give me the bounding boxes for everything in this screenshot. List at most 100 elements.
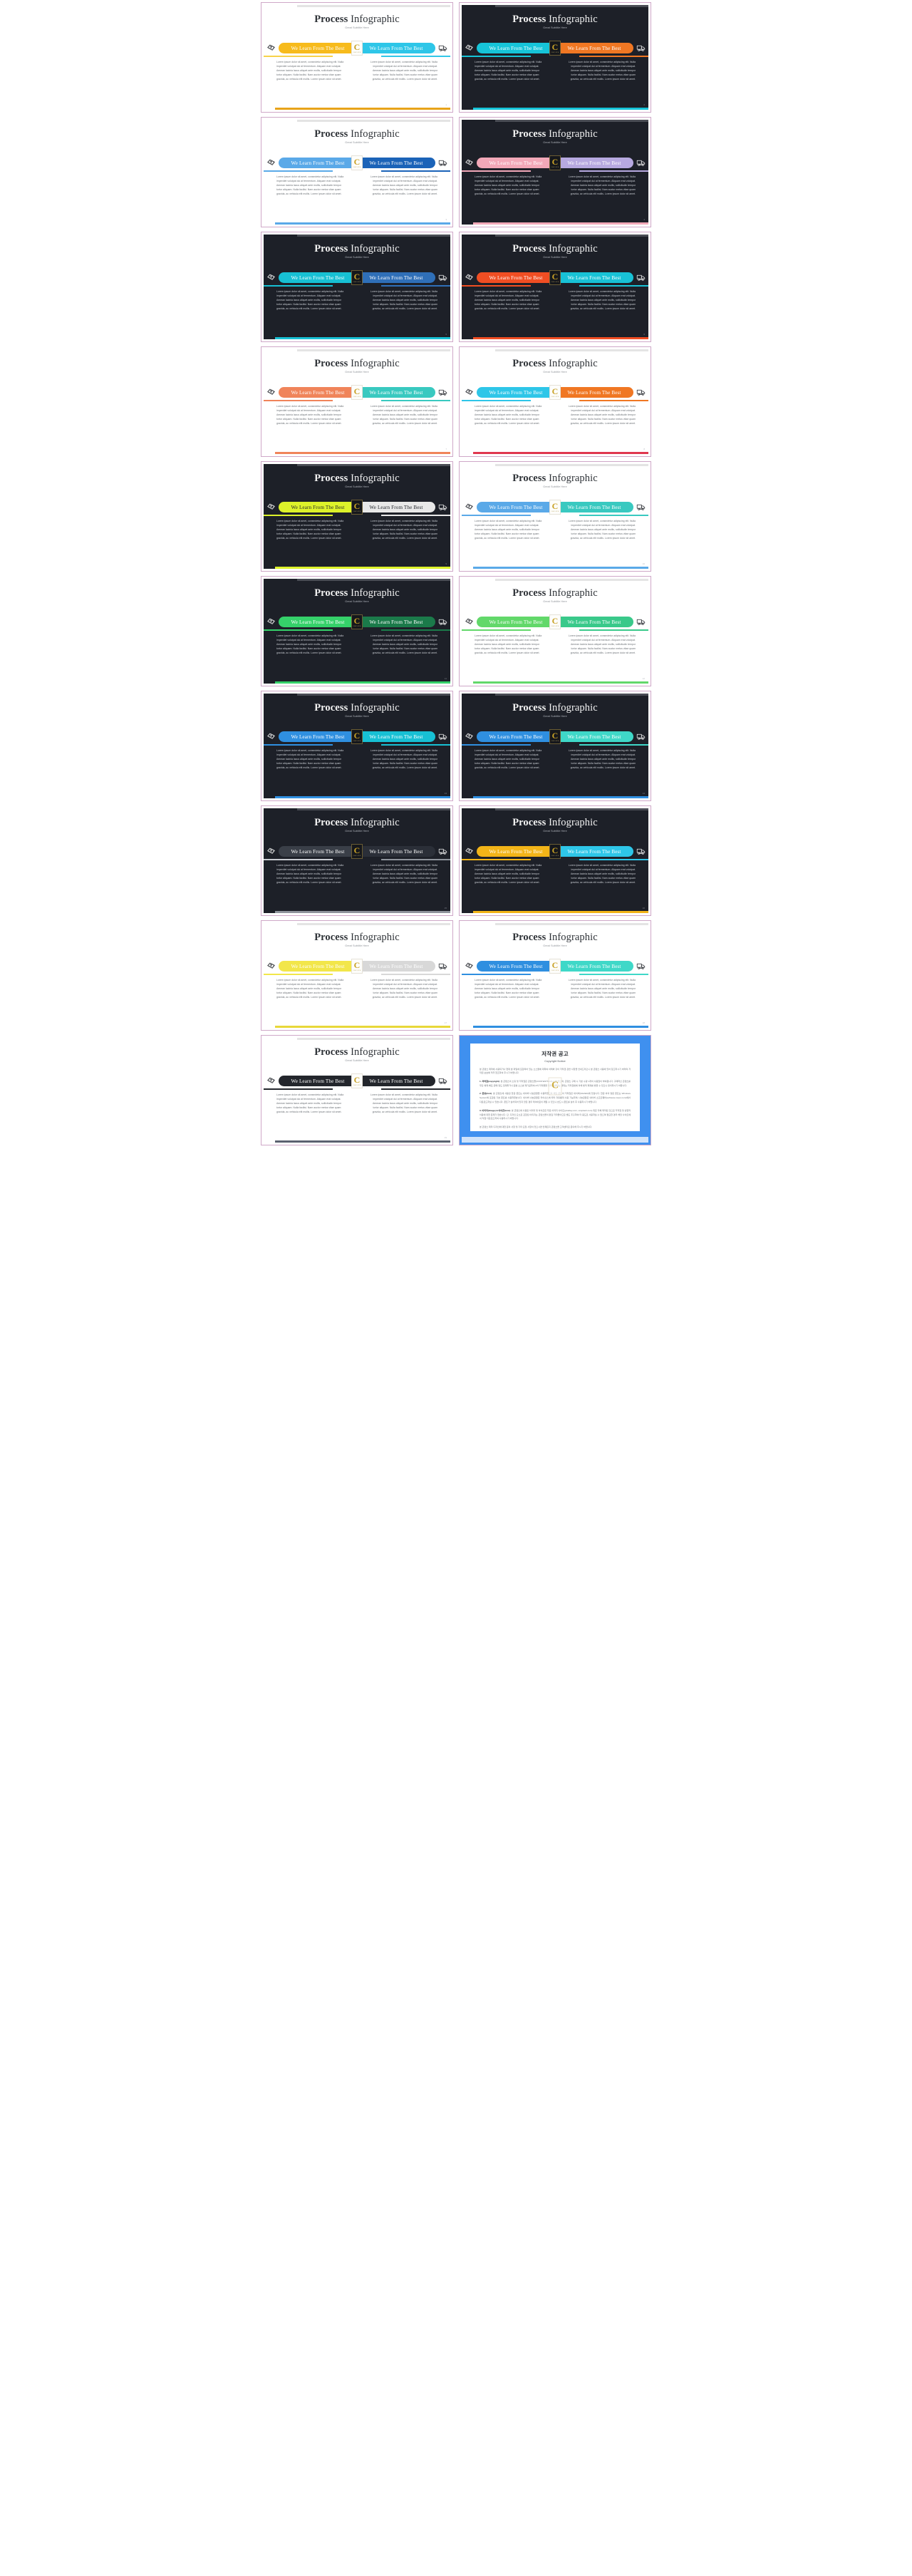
page-subtitle: Great Subtitle Here [543,485,567,489]
cta-pill-left[interactable]: We Learn From The Best [279,272,357,283]
cta-pill-left[interactable]: We Learn From The Best [477,731,555,742]
slide-thumbnail[interactable]: Process Infographic Great Subtitle Here We… [258,1033,456,1148]
slide-thumbnail[interactable]: Process Infographic Great Subtitle Here We… [258,459,456,574]
cta-pill-left[interactable]: We Learn From The Best [279,43,357,53]
slide-19[interactable]: Process Infographic Great Subtitle Here We… [261,1035,453,1145]
slide-canvas: Process Infographic Great Subtitle Here We… [462,464,648,569]
slide-thumbnail[interactable]: Process Infographic Great Subtitle Here We… [456,689,654,803]
pill-row: We Learn From The Best [462,501,555,513]
slide-thumbnail[interactable]: Process Infographic Great Subtitle Here We… [258,0,456,115]
slide-thumbnail[interactable]: Process Infographic Great Subtitle Here We… [258,803,456,918]
slide-thumbnail[interactable]: Process Infographic Great Subtitle Here We… [456,0,654,115]
slide-thumbnail[interactable]: Process Infographic Great Subtitle Here We… [456,803,654,918]
cta-pill-right[interactable]: We Learn From The Best [357,158,435,168]
slide-thumbnail[interactable]: Process Infographic Great Subtitle Here We… [258,115,456,230]
cta-pill-right[interactable]: We Learn From The Best [357,731,435,742]
slide-thumbnail[interactable]: Process Infographic Great Subtitle Here We… [258,689,456,803]
cta-pill-right[interactable]: We Learn From The Best [357,961,435,972]
cta-pill-left[interactable]: We Learn From The Best [279,961,357,972]
title-bold: Process [512,587,546,599]
slide-canvas: Process Infographic Great Subtitle Here We… [462,694,648,798]
cta-pill-right[interactable]: We Learn From The Best [357,846,435,857]
cta-pill-left[interactable]: We Learn From The Best [279,731,357,742]
money-bill-icon [266,1076,276,1086]
page-title: Process Infographic [462,473,648,484]
process-column-left: We Learn From The Best Lorem ipsum dolor … [264,42,357,81]
slide-copyright-notice[interactable]: 저작권 공고 Copyright Notice 본 콘텐츠 제작에 사용되거나 현재… [459,1035,651,1145]
cta-pill-right[interactable]: We Learn From The Best [357,387,435,398]
cta-pill-left[interactable]: We Learn From The Best [477,272,555,283]
cta-pill-right[interactable]: We Learn From The Best [555,502,633,512]
slide-4[interactable]: Process Infographic Great Subtitle Here We… [459,117,651,227]
cta-pill-right[interactable]: We Learn From The Best [357,43,435,53]
slide-thumbnail[interactable]: Process Infographic Great Subtitle Here We… [456,230,654,344]
center-logo-card: C CHIC·EYE [549,844,561,859]
money-bill-icon [266,962,276,971]
slide-thumbnail[interactable]: Process Infographic Great Subtitle Here We… [456,459,654,574]
slide-13[interactable]: Process Infographic Great Subtitle Here We… [261,691,453,801]
slide-top-strip [297,694,450,696]
cta-pill-left[interactable]: We Learn From The Best [477,387,555,398]
slide-thumbnail-copyright[interactable]: 저작권 공고 Copyright Notice 본 콘텐츠 제작에 사용되거나 현재… [456,1033,654,1148]
page-subtitle: Great Subtitle Here [345,485,369,489]
slide-thumbnail[interactable]: Process Infographic Great Subtitle Here We… [258,344,456,459]
title-light: Infographic [351,702,400,713]
slide-18[interactable]: Process Infographic Great Subtitle Here We… [459,920,651,1031]
cta-pill-right[interactable]: We Learn From The Best [555,387,633,398]
cta-pill-right[interactable]: We Learn From The Best [555,846,633,857]
cta-pill-left[interactable]: We Learn From The Best [279,1076,357,1086]
slide-thumbnail[interactable]: Process Infographic Great Subtitle Here We… [456,344,654,459]
slide-thumbnail[interactable]: Process Infographic Great Subtitle Here We… [258,918,456,1033]
slide-thumbnail[interactable]: Process Infographic Great Subtitle Here We… [258,230,456,344]
slide-17[interactable]: Process Infographic Great Subtitle Here We… [261,920,453,1031]
cta-pill-left[interactable]: We Learn From The Best [279,387,357,398]
cta-pill-right[interactable]: We Learn From The Best [357,617,435,627]
delivery-truck-icon [636,617,646,627]
cta-pill-left[interactable]: We Learn From The Best [477,158,555,168]
cta-pill-left[interactable]: We Learn From The Best [477,617,555,627]
cta-pill-right[interactable]: We Learn From The Best [357,502,435,512]
cta-pill-right[interactable]: We Learn From The Best [357,1076,435,1086]
title-bold: Process [314,243,348,254]
slide-8[interactable]: Process Infographic Great Subtitle Here We… [459,346,651,457]
cta-pill-left[interactable]: We Learn From The Best [477,961,555,972]
cta-pill-left[interactable]: We Learn From The Best [477,43,555,53]
slide-5[interactable]: Process Infographic Great Subtitle Here We… [261,232,453,342]
logo-caption: CHIC·EYE [551,626,559,627]
cta-pill-right[interactable]: We Learn From The Best [555,43,633,53]
slide-6[interactable]: Process Infographic Great Subtitle Here We… [459,232,651,342]
money-bill-icon [266,43,276,53]
cta-pill-right[interactable]: We Learn From The Best [555,961,633,972]
slide-2[interactable]: Process Infographic Great Subtitle Here We… [459,2,651,113]
slide-15[interactable]: Process Infographic Great Subtitle Here We… [261,805,453,916]
slide-7[interactable]: Process Infographic Great Subtitle Here We… [261,346,453,457]
slide-9[interactable]: Process Infographic Great Subtitle Here We… [261,461,453,572]
slide-14[interactable]: Process Infographic Great Subtitle Here We… [459,691,651,801]
title-bold: Process [314,128,348,140]
cta-pill-left[interactable]: We Learn From The Best [477,502,555,512]
cta-pill-right[interactable]: We Learn From The Best [555,617,633,627]
cta-pill-left[interactable]: We Learn From The Best [279,846,357,857]
cta-pill-right[interactable]: We Learn From The Best [555,158,633,168]
slide-thumbnail[interactable]: Process Infographic Great Subtitle Here We… [258,574,456,689]
slide-thumbnail[interactable]: Process Infographic Great Subtitle Here We… [456,574,654,689]
cta-pill-left[interactable]: We Learn From The Best [477,846,555,857]
cta-pill-right[interactable]: We Learn From The Best [555,272,633,283]
page-title: Process Infographic [264,473,450,484]
slide-10[interactable]: Process Infographic Great Subtitle Here We… [459,461,651,572]
cta-pill-left[interactable]: We Learn From The Best [279,617,357,627]
footer-accent-bar [274,1025,450,1028]
cta-pill-left[interactable]: We Learn From The Best [279,158,357,168]
slide-12[interactable]: Process Infographic Great Subtitle Here We… [459,576,651,686]
slide-11[interactable]: Process Infographic Great Subtitle Here We… [261,576,453,686]
cta-pill-right[interactable]: We Learn From The Best [555,731,633,742]
page-subtitle: Great Subtitle Here [345,26,369,30]
slide-1[interactable]: Process Infographic Great Subtitle Here We… [261,2,453,113]
cta-pill-right[interactable]: We Learn From The Best [357,272,435,283]
slide-16[interactable]: Process Infographic Great Subtitle Here We… [459,805,651,916]
slide-3[interactable]: Process Infographic Great Subtitle Here We… [261,117,453,227]
page-subtitle: Great Subtitle Here [543,26,567,30]
cta-pill-left[interactable]: We Learn From The Best [279,502,357,512]
slide-thumbnail[interactable]: Process Infographic Great Subtitle Here We… [456,918,654,1033]
slide-thumbnail[interactable]: Process Infographic Great Subtitle Here We… [456,115,654,230]
